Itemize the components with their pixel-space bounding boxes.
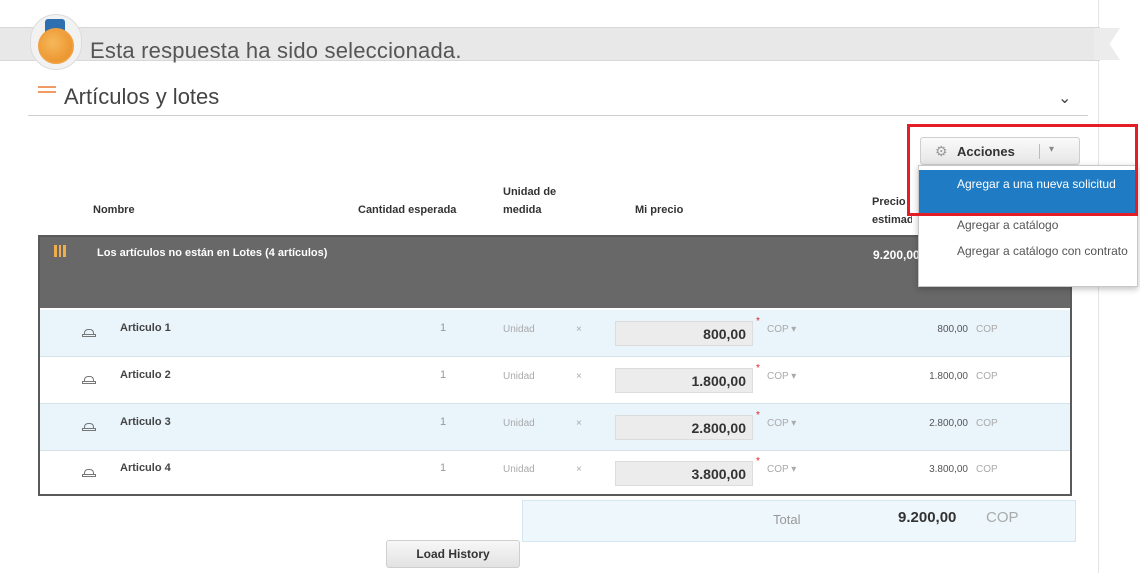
item-icon <box>82 376 96 386</box>
item-qty: 1 <box>440 322 447 334</box>
item-total-currency: COP <box>976 418 998 429</box>
item-icon <box>82 469 96 479</box>
section-title: Artículos y lotes <box>64 84 220 109</box>
currency-select[interactable]: COP ▾ <box>767 324 796 335</box>
header-precio-estimado: Precio estimado <box>872 196 912 226</box>
item-total-currency: COP <box>976 464 998 475</box>
acciones-separator <box>1039 144 1040 159</box>
item-icon <box>82 423 96 433</box>
table-row: Articulo 4 1 Unidad × 3.800,00 * COP ▾ 3… <box>40 450 1070 494</box>
header-nombre: Nombre <box>93 204 135 216</box>
item-qty: 1 <box>440 369 447 381</box>
item-name[interactable]: Articulo 3 <box>120 416 171 428</box>
price-input[interactable]: 2.800,00 <box>615 415 753 440</box>
acciones-menu: Agregar a una nueva solicitud Agregar a … <box>918 165 1138 287</box>
required-mark: * <box>756 316 760 327</box>
menu-item-nueva-solicitud[interactable]: Agregar a una nueva solicitud <box>919 170 1137 214</box>
banner-text: Esta respuesta ha sido seleccionada. <box>90 38 462 63</box>
required-mark: * <box>756 363 760 374</box>
price-input[interactable]: 800,00 <box>615 321 753 346</box>
gear-icon: ⚙ <box>935 143 948 159</box>
group-total: 9.200,00 <box>873 248 920 262</box>
acciones-button[interactable]: ⚙ Acciones ▾ <box>920 137 1080 165</box>
table-row: Articulo 3 1 Unidad × 2.800,00 * COP ▾ 2… <box>40 404 1070 450</box>
times-icon: × <box>576 464 582 475</box>
times-icon: × <box>576 371 582 382</box>
caret-down-icon[interactable]: ▾ <box>1049 144 1054 155</box>
required-mark: * <box>756 410 760 421</box>
item-qty: 1 <box>440 416 447 428</box>
group-title: Los artículos no están en Lotes (4 artíc… <box>97 247 328 259</box>
item-total: 800,00 <box>937 324 968 335</box>
header-precio: Mi precio <box>635 204 684 216</box>
total-value: 9.200,00 <box>898 509 957 526</box>
total-label: Total <box>773 512 801 527</box>
required-mark: * <box>756 456 760 467</box>
list-icon <box>38 86 56 98</box>
times-icon: × <box>576 324 582 335</box>
total-currency: COP <box>986 509 1019 526</box>
item-unit: Unidad <box>503 464 535 475</box>
table-row: Articulo 1 1 Unidad × 800,00 * COP ▾ 800… <box>40 310 1070 356</box>
menu-item-catalogo-contrato[interactable]: Agregar a catálogo con contrato <box>919 244 1137 280</box>
item-name[interactable]: Articulo 1 <box>120 322 171 334</box>
price-input[interactable]: 1.800,00 <box>615 368 753 393</box>
price-input[interactable]: 3.800,00 <box>615 461 753 486</box>
header-cantidad: Cantidad esperada <box>358 204 457 216</box>
item-total: 1.800,00 <box>929 371 968 382</box>
item-name[interactable]: Articulo 2 <box>120 369 171 381</box>
load-history-button[interactable]: Load History <box>386 540 520 568</box>
banner-tail <box>1094 28 1120 60</box>
currency-select[interactable]: COP ▾ <box>767 464 796 475</box>
item-unit: Unidad <box>503 324 535 335</box>
item-qty: 1 <box>440 462 447 474</box>
acciones-label: Acciones <box>957 144 1015 159</box>
item-unit: Unidad <box>503 418 535 429</box>
medal-icon <box>38 28 74 64</box>
currency-select[interactable]: COP ▾ <box>767 418 796 429</box>
header-unidad: Unidad de medida <box>503 186 557 216</box>
item-total-currency: COP <box>976 324 998 335</box>
times-icon: × <box>576 418 582 429</box>
item-total: 2.800,00 <box>929 418 968 429</box>
item-total-currency: COP <box>976 371 998 382</box>
section-divider <box>28 115 1088 116</box>
group-icon <box>54 245 66 257</box>
chevron-down-icon[interactable]: ⌄ <box>1058 88 1071 108</box>
table-row: Articulo 2 1 Unidad × 1.800,00 * COP ▾ 1… <box>40 357 1070 403</box>
currency-select[interactable]: COP ▾ <box>767 371 796 382</box>
item-icon <box>82 329 96 339</box>
menu-item-catalogo[interactable]: Agregar a catálogo <box>919 218 1137 238</box>
item-unit: Unidad <box>503 371 535 382</box>
item-total: 3.800,00 <box>929 464 968 475</box>
item-name[interactable]: Articulo 4 <box>120 462 171 474</box>
